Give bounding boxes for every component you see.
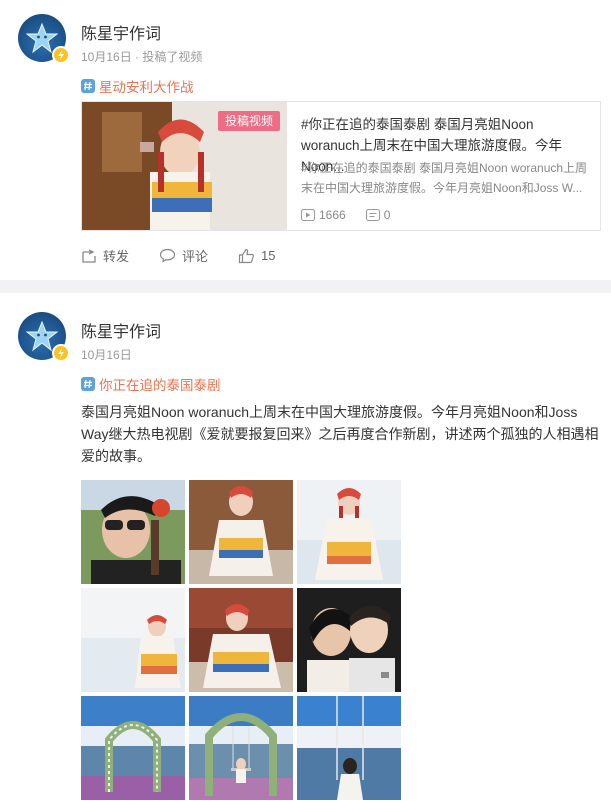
photo-5[interactable]	[189, 588, 293, 692]
topic-label: 星动安利大作战	[99, 80, 194, 95]
action-bar: 转发 评论 15	[81, 246, 306, 265]
play-icon	[301, 209, 315, 221]
link-card-stats: 1666 0	[301, 208, 410, 222]
post-text: 泰国月亮姐Noon woranuch上周末在中国大理旅游度假。今年月亮姐Noon…	[81, 404, 599, 464]
thumbs-up-icon	[238, 248, 255, 263]
video-badge: 投稿视频	[218, 111, 280, 131]
verified-badge-icon	[52, 344, 70, 362]
username[interactable]: 陈星宇作词	[81, 20, 161, 44]
photo-7[interactable]	[81, 696, 185, 800]
play-count-value: 1666	[319, 208, 346, 222]
like-button[interactable]: 15	[238, 246, 276, 265]
like-count: 15	[261, 248, 276, 263]
hashtag-icon	[81, 79, 95, 93]
link-card-description: #你正在追的泰国泰剧 泰国月亮姐Noon woranuch上周末在中国大理旅游度…	[301, 161, 588, 195]
avatar[interactable]	[18, 312, 70, 362]
username[interactable]: 陈星宇作词	[81, 318, 161, 342]
comment-icon	[159, 248, 176, 263]
video-thumbnail[interactable]: 投稿视频	[82, 102, 287, 230]
topic-link[interactable]: 你正在追的泰国泰剧	[81, 374, 221, 394]
comment-button[interactable]: 评论	[159, 246, 208, 265]
repost-button[interactable]: 转发	[81, 246, 129, 265]
play-count: 1666	[301, 208, 346, 222]
avatar[interactable]	[18, 14, 70, 64]
photo-2[interactable]	[189, 480, 293, 584]
post-card-2: 陈星宇作词 10月16日 你正在追的泰国泰剧 泰国月亮姐Noon woranuc…	[0, 293, 611, 801]
post-meta[interactable]: 10月16日 · 投稿了视频	[81, 48, 202, 65]
comment-label: 评论	[182, 249, 209, 264]
post-meta[interactable]: 10月16日	[81, 346, 132, 363]
photo-8[interactable]	[189, 696, 293, 800]
topic-link[interactable]: 星动安利大作战	[81, 76, 194, 96]
comment-count-icon	[365, 209, 380, 221]
comment-count-value: 0	[383, 208, 391, 222]
hashtag-icon	[81, 377, 95, 391]
post-card-1: 陈星宇作词 10月16日 · 投稿了视频 星动安利大作战 投稿视频 #你正在追的…	[0, 0, 611, 280]
repost-icon	[82, 248, 96, 263]
verified-badge-icon	[52, 46, 70, 64]
photo-4[interactable]	[81, 588, 185, 692]
photo-6[interactable]	[297, 588, 401, 692]
photo-9[interactable]	[297, 696, 401, 800]
repost-label: 转发	[103, 249, 130, 264]
topic-label: 你正在追的泰国泰剧	[99, 378, 221, 393]
photo-1[interactable]	[81, 480, 185, 584]
video-link-card[interactable]: 投稿视频 #你正在追的泰国泰剧 泰国月亮姐Noon woranuch上周末在中国…	[81, 101, 601, 231]
photo-grid	[81, 480, 401, 800]
photo-3[interactable]	[297, 480, 401, 584]
comment-count: 0	[365, 208, 391, 222]
